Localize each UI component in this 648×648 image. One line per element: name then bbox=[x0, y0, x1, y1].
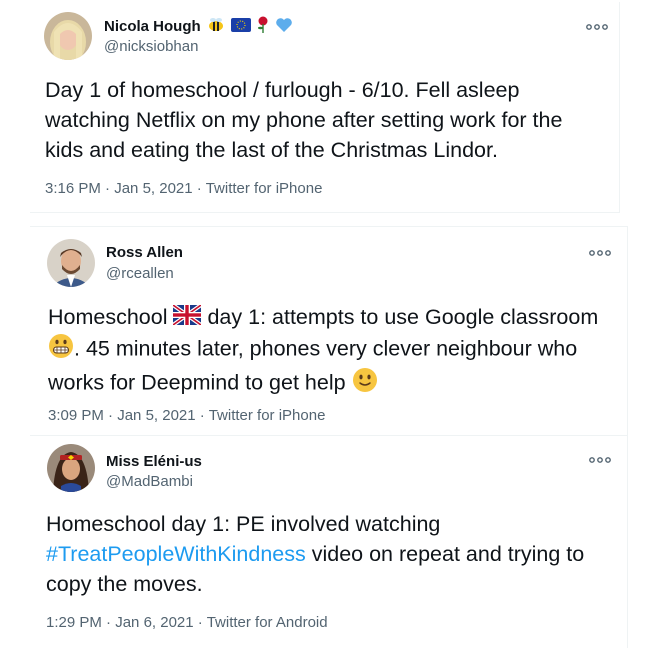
tweet-text-segment: works for Deepmind to get help bbox=[48, 371, 346, 395]
username[interactable]: @rceallen bbox=[106, 265, 174, 282]
separator: · bbox=[106, 614, 112, 631]
tweet-text-line: Homeschool day 1: attempts to use Google… bbox=[48, 302, 598, 333]
tweet-text-segment: video on repeat and trying to bbox=[305, 542, 585, 566]
tweet-meta: 3:16 PM · Jan 5, 2021 · Twitter for iPho… bbox=[45, 180, 322, 197]
tweet-date[interactable]: Jan 6, 2021 bbox=[115, 614, 193, 631]
tweet-time[interactable]: 1:29 PM bbox=[46, 614, 102, 631]
tweet-text: Homeschool day 1: PE involved watching #… bbox=[46, 509, 584, 599]
tweet-text-line: works for Deepmind to get help bbox=[48, 367, 598, 401]
display-name[interactable]: Nicola Hough bbox=[104, 16, 293, 38]
rose-icon bbox=[257, 16, 269, 38]
tweet-meta: 3:09 PM · Jan 5, 2021 · Twitter for iPho… bbox=[48, 407, 325, 424]
tweet-text-line: #TreatPeopleWithKindness video on repeat… bbox=[46, 539, 584, 569]
tweet-text-line: watching Netflix on my phone after setti… bbox=[45, 108, 563, 132]
avatar[interactable] bbox=[47, 239, 95, 287]
tweet-text-segment: day 1: attempts to use Google classroom bbox=[207, 305, 599, 329]
tweet-card[interactable]: Ross Allen @rceallen Homeschool day 1: a… bbox=[30, 226, 628, 436]
tweet-source[interactable]: Twitter for Android bbox=[207, 614, 328, 631]
tweet-source[interactable]: Twitter for iPhone bbox=[206, 180, 323, 197]
hashtag-link[interactable]: #TreatPeopleWithKindness bbox=[46, 542, 306, 566]
tweet-card[interactable]: Nicola Hough @nicksiobhan Day 1 of homes… bbox=[30, 2, 620, 213]
tweet-card[interactable]: Miss Eléni-us @MadBambi Homeschool day 1… bbox=[30, 436, 628, 648]
tweet-text-line: Day 1 of homeschool / furlough - 6/10. F… bbox=[45, 78, 520, 102]
more-options-icon[interactable] bbox=[587, 246, 613, 260]
eu-flag-icon bbox=[231, 18, 252, 36]
tweet-text-line: Homeschool day 1: PE involved watching bbox=[46, 512, 441, 536]
bee-icon bbox=[207, 17, 225, 37]
separator: · bbox=[196, 180, 202, 197]
blue-heart-icon bbox=[275, 17, 293, 37]
display-name-text[interactable]: Nicola Hough bbox=[104, 18, 201, 35]
more-options-icon[interactable] bbox=[587, 453, 613, 467]
separator: · bbox=[199, 407, 205, 424]
tweet-time[interactable]: 3:09 PM bbox=[48, 407, 104, 424]
avatar[interactable] bbox=[44, 12, 92, 60]
username[interactable]: @nicksiobhan bbox=[104, 38, 198, 55]
tweet-text-line: copy the moves. bbox=[46, 572, 203, 596]
display-name[interactable]: Miss Eléni-us bbox=[106, 453, 202, 470]
tweet-text-line: kids and eating the last of the Christma… bbox=[45, 138, 498, 162]
tweet-source[interactable]: Twitter for iPhone bbox=[209, 407, 326, 424]
avatar[interactable] bbox=[47, 444, 95, 492]
display-name[interactable]: Ross Allen bbox=[106, 244, 183, 261]
tweet-meta: 1:29 PM · Jan 6, 2021 · Twitter for Andr… bbox=[46, 614, 328, 631]
tweet-text-line: . 45 minutes later, phones very clever n… bbox=[48, 333, 598, 367]
tweet-text-segment: Homeschool bbox=[48, 305, 168, 329]
more-options-icon[interactable] bbox=[584, 20, 610, 34]
grimacing-face-icon bbox=[48, 333, 74, 367]
tweet-text: Homeschool day 1: attempts to use Google… bbox=[48, 302, 598, 401]
tweet-time[interactable]: 3:16 PM bbox=[45, 180, 101, 197]
username[interactable]: @MadBambi bbox=[106, 473, 193, 490]
separator: · bbox=[105, 180, 111, 197]
tweet-date[interactable]: Jan 5, 2021 bbox=[114, 180, 192, 197]
uk-flag-icon bbox=[172, 303, 203, 333]
tweet-text: Day 1 of homeschool / furlough - 6/10. F… bbox=[45, 75, 562, 165]
separator: · bbox=[108, 407, 114, 424]
tweet-date[interactable]: Jan 5, 2021 bbox=[117, 407, 195, 424]
separator: · bbox=[197, 614, 203, 631]
tweet-text-segment: . 45 minutes later, phones very clever n… bbox=[74, 337, 578, 361]
slightly-smiling-face-icon bbox=[352, 367, 378, 401]
